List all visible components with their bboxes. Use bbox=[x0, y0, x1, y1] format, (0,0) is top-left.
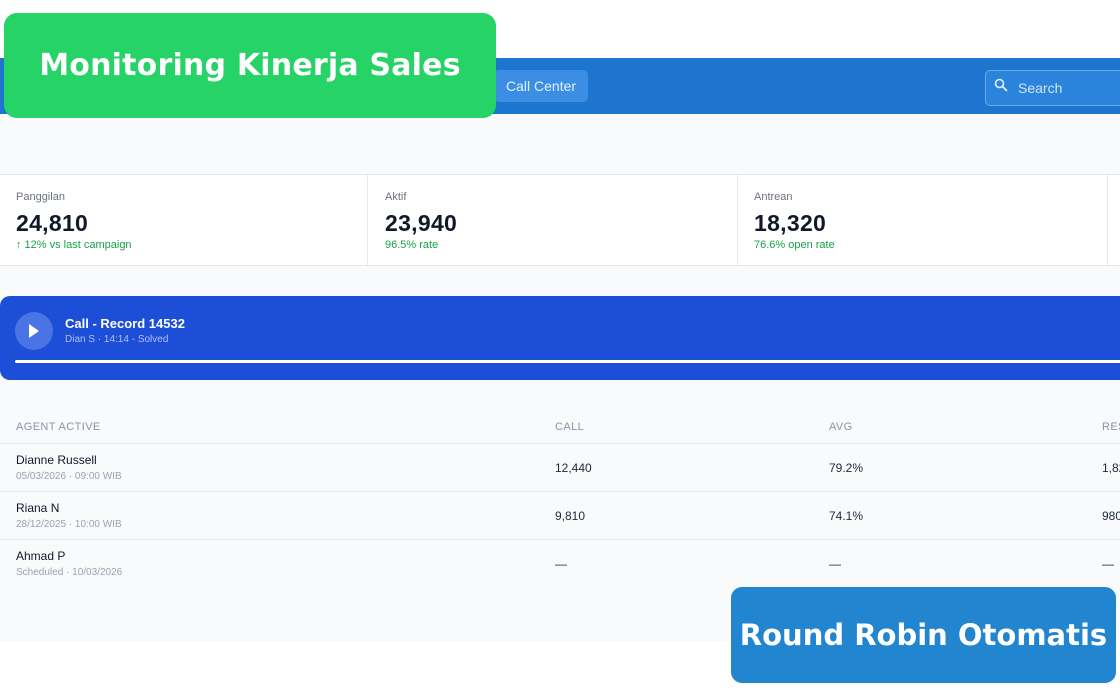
table-header: AGENT ACTIVE CALL AVG RES bbox=[0, 410, 1120, 444]
stat-trend: ↑ 12% vs last campaign bbox=[16, 239, 132, 251]
table-row[interactable]: Ahmad P Scheduled · 10/03/2026 — — — bbox=[0, 540, 1120, 588]
stat-label: Aktif bbox=[385, 191, 407, 203]
stat-value: 18,320 bbox=[754, 210, 827, 236]
call-count: 12,440 bbox=[555, 461, 592, 475]
search-icon bbox=[994, 78, 1008, 92]
column-header-agent[interactable]: AGENT ACTIVE bbox=[16, 421, 101, 433]
stat-card-aktif: Aktif 23,940 96.5% rate bbox=[369, 175, 738, 265]
stat-trend: 96.5% rate bbox=[385, 239, 439, 251]
stat-label: Panggilan bbox=[16, 191, 65, 203]
tab-call-center[interactable]: Call Center bbox=[494, 70, 589, 102]
column-header-call[interactable]: CALL bbox=[555, 421, 584, 433]
res-value: 1,82 bbox=[1102, 461, 1120, 475]
stat-value: 24,810 bbox=[16, 210, 89, 236]
agent-meta: 05/03/2026 · 09:00 WIB bbox=[16, 471, 122, 482]
call-count: — bbox=[555, 557, 567, 571]
agent-meta: 28/12/2025 · 10:00 WIB bbox=[16, 519, 122, 530]
search-input[interactable] bbox=[1018, 71, 1120, 105]
round-robin-badge: Round Robin Otomatis bbox=[731, 587, 1116, 683]
stat-card-panggilan: Panggilan 24,810 ↑ 12% vs last campaign bbox=[0, 175, 368, 265]
agent-name: Ahmad P bbox=[16, 549, 66, 563]
stat-value: 23,940 bbox=[385, 210, 458, 236]
avg-value: — bbox=[829, 557, 841, 571]
column-header-avg[interactable]: AVG bbox=[829, 421, 853, 433]
avg-value: 74.1% bbox=[829, 509, 864, 523]
avg-value: 79.2% bbox=[829, 461, 864, 475]
table-row[interactable]: Riana N 28/12/2025 · 10:00 WIB 9,810 74.… bbox=[0, 492, 1120, 540]
play-icon bbox=[29, 324, 39, 338]
stats-row: Panggilan 24,810 ↑ 12% vs last campaign … bbox=[0, 174, 1120, 266]
column-header-res[interactable]: RES bbox=[1102, 421, 1120, 433]
title-badge: Monitoring Kinerja Sales bbox=[4, 13, 496, 118]
play-button[interactable] bbox=[15, 312, 53, 350]
call-subtitle: Dian S · 14:14 - Solved bbox=[65, 334, 169, 345]
call-count: 9,810 bbox=[555, 509, 586, 523]
search-box[interactable] bbox=[985, 70, 1120, 106]
stat-trend: 76.6% open rate bbox=[754, 239, 835, 251]
agent-name: Dianne Russell bbox=[16, 453, 97, 467]
call-title: Call - Record 14532 bbox=[65, 316, 185, 331]
agent-table: AGENT ACTIVE CALL AVG RES Dianne Russell… bbox=[0, 410, 1120, 588]
res-value: 980 bbox=[1102, 509, 1120, 523]
res-value: — bbox=[1102, 557, 1114, 571]
agent-meta: Scheduled · 10/03/2026 bbox=[16, 567, 123, 578]
table-row[interactable]: Dianne Russell 05/03/2026 · 09:00 WIB 12… bbox=[0, 444, 1120, 492]
stat-label: Antrean bbox=[754, 191, 793, 203]
call-player: Call - Record 14532 Dian S · 14:14 - Sol… bbox=[0, 296, 1120, 380]
call-progress-bar[interactable] bbox=[15, 360, 1120, 363]
agent-name: Riana N bbox=[16, 501, 60, 515]
stat-card-antrean: Antrean 18,320 76.6% open rate bbox=[738, 175, 1108, 265]
